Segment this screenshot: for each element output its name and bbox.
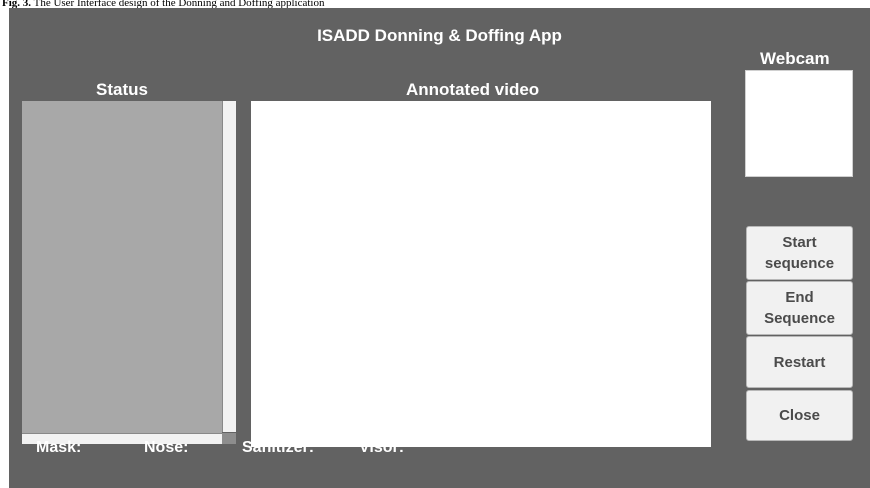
app-window: ISADD Donning & Doffing App Status Annot… — [9, 8, 870, 488]
status-vertical-scrollbar[interactable] — [222, 101, 236, 432]
close-button[interactable]: Close — [746, 390, 853, 441]
scrollbar-corner — [222, 433, 236, 444]
status-log-panel[interactable] — [22, 101, 222, 442]
status-label: Status — [96, 80, 148, 99]
visor-indicator-label: Visor: — [359, 439, 405, 456]
annotated-video-label: Annotated video — [406, 80, 540, 99]
figure-caption: Fig. 3. The User Interface design of the… — [2, 0, 325, 8]
end-sequence-button[interactable]: End Sequence — [746, 281, 853, 335]
start-sequence-button[interactable]: Start sequence — [746, 226, 853, 280]
restart-button[interactable]: Restart — [746, 336, 853, 388]
nose-indicator-label: Nose: — [144, 439, 189, 456]
webcam-label: Webcam — [760, 49, 830, 68]
webcam-view — [745, 70, 853, 177]
app-title: ISADD Donning & Doffing App — [317, 26, 562, 45]
figure-label: Fig. 3. — [2, 0, 32, 8]
mask-indicator-label: Mask: — [36, 439, 82, 456]
figure-caption-text: The User Interface design of the Donning… — [33, 0, 325, 8]
annotated-video-view — [251, 101, 711, 447]
sanitizer-indicator-label: Sanitizer: — [242, 439, 315, 456]
